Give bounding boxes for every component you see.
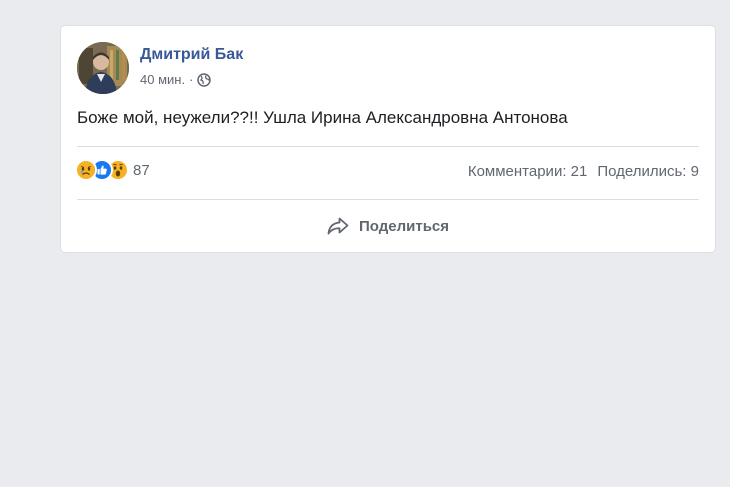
post-text: Боже мой, неужели??!! Ушла Ирина Алексан…	[77, 108, 568, 127]
globe-icon[interactable]	[197, 72, 212, 87]
post-stats: Комментарии: 21 Поделились: 9	[468, 163, 699, 180]
divider	[77, 146, 699, 147]
post-timestamp[interactable]: 40 мин.	[140, 72, 185, 87]
post-card: Дмитрий Бак 40 мин. · Боже мой, неужели?…	[61, 26, 715, 252]
share-arrow-icon	[327, 217, 349, 235]
comments-count-link[interactable]: Комментарии: 21	[468, 163, 588, 180]
share-button-label: Поделиться	[358, 217, 450, 235]
meta-separator: ·	[189, 72, 194, 87]
reaction-count: 87	[133, 161, 150, 179]
author-name-link[interactable]: Дмитрий Бак	[140, 46, 243, 64]
avatar-image	[77, 42, 129, 94]
post-meta: 40 мин. ·	[140, 72, 212, 87]
shares-count-link[interactable]: Поделились: 9	[597, 163, 699, 180]
author-avatar[interactable]	[77, 42, 129, 94]
like-reaction-icon	[93, 161, 111, 179]
divider	[77, 199, 699, 200]
share-button[interactable]: Поделиться	[77, 210, 699, 242]
reactions-summary[interactable]: 87	[77, 161, 150, 179]
sad-reaction-icon	[77, 161, 95, 179]
wow-reaction-icon	[109, 161, 127, 179]
